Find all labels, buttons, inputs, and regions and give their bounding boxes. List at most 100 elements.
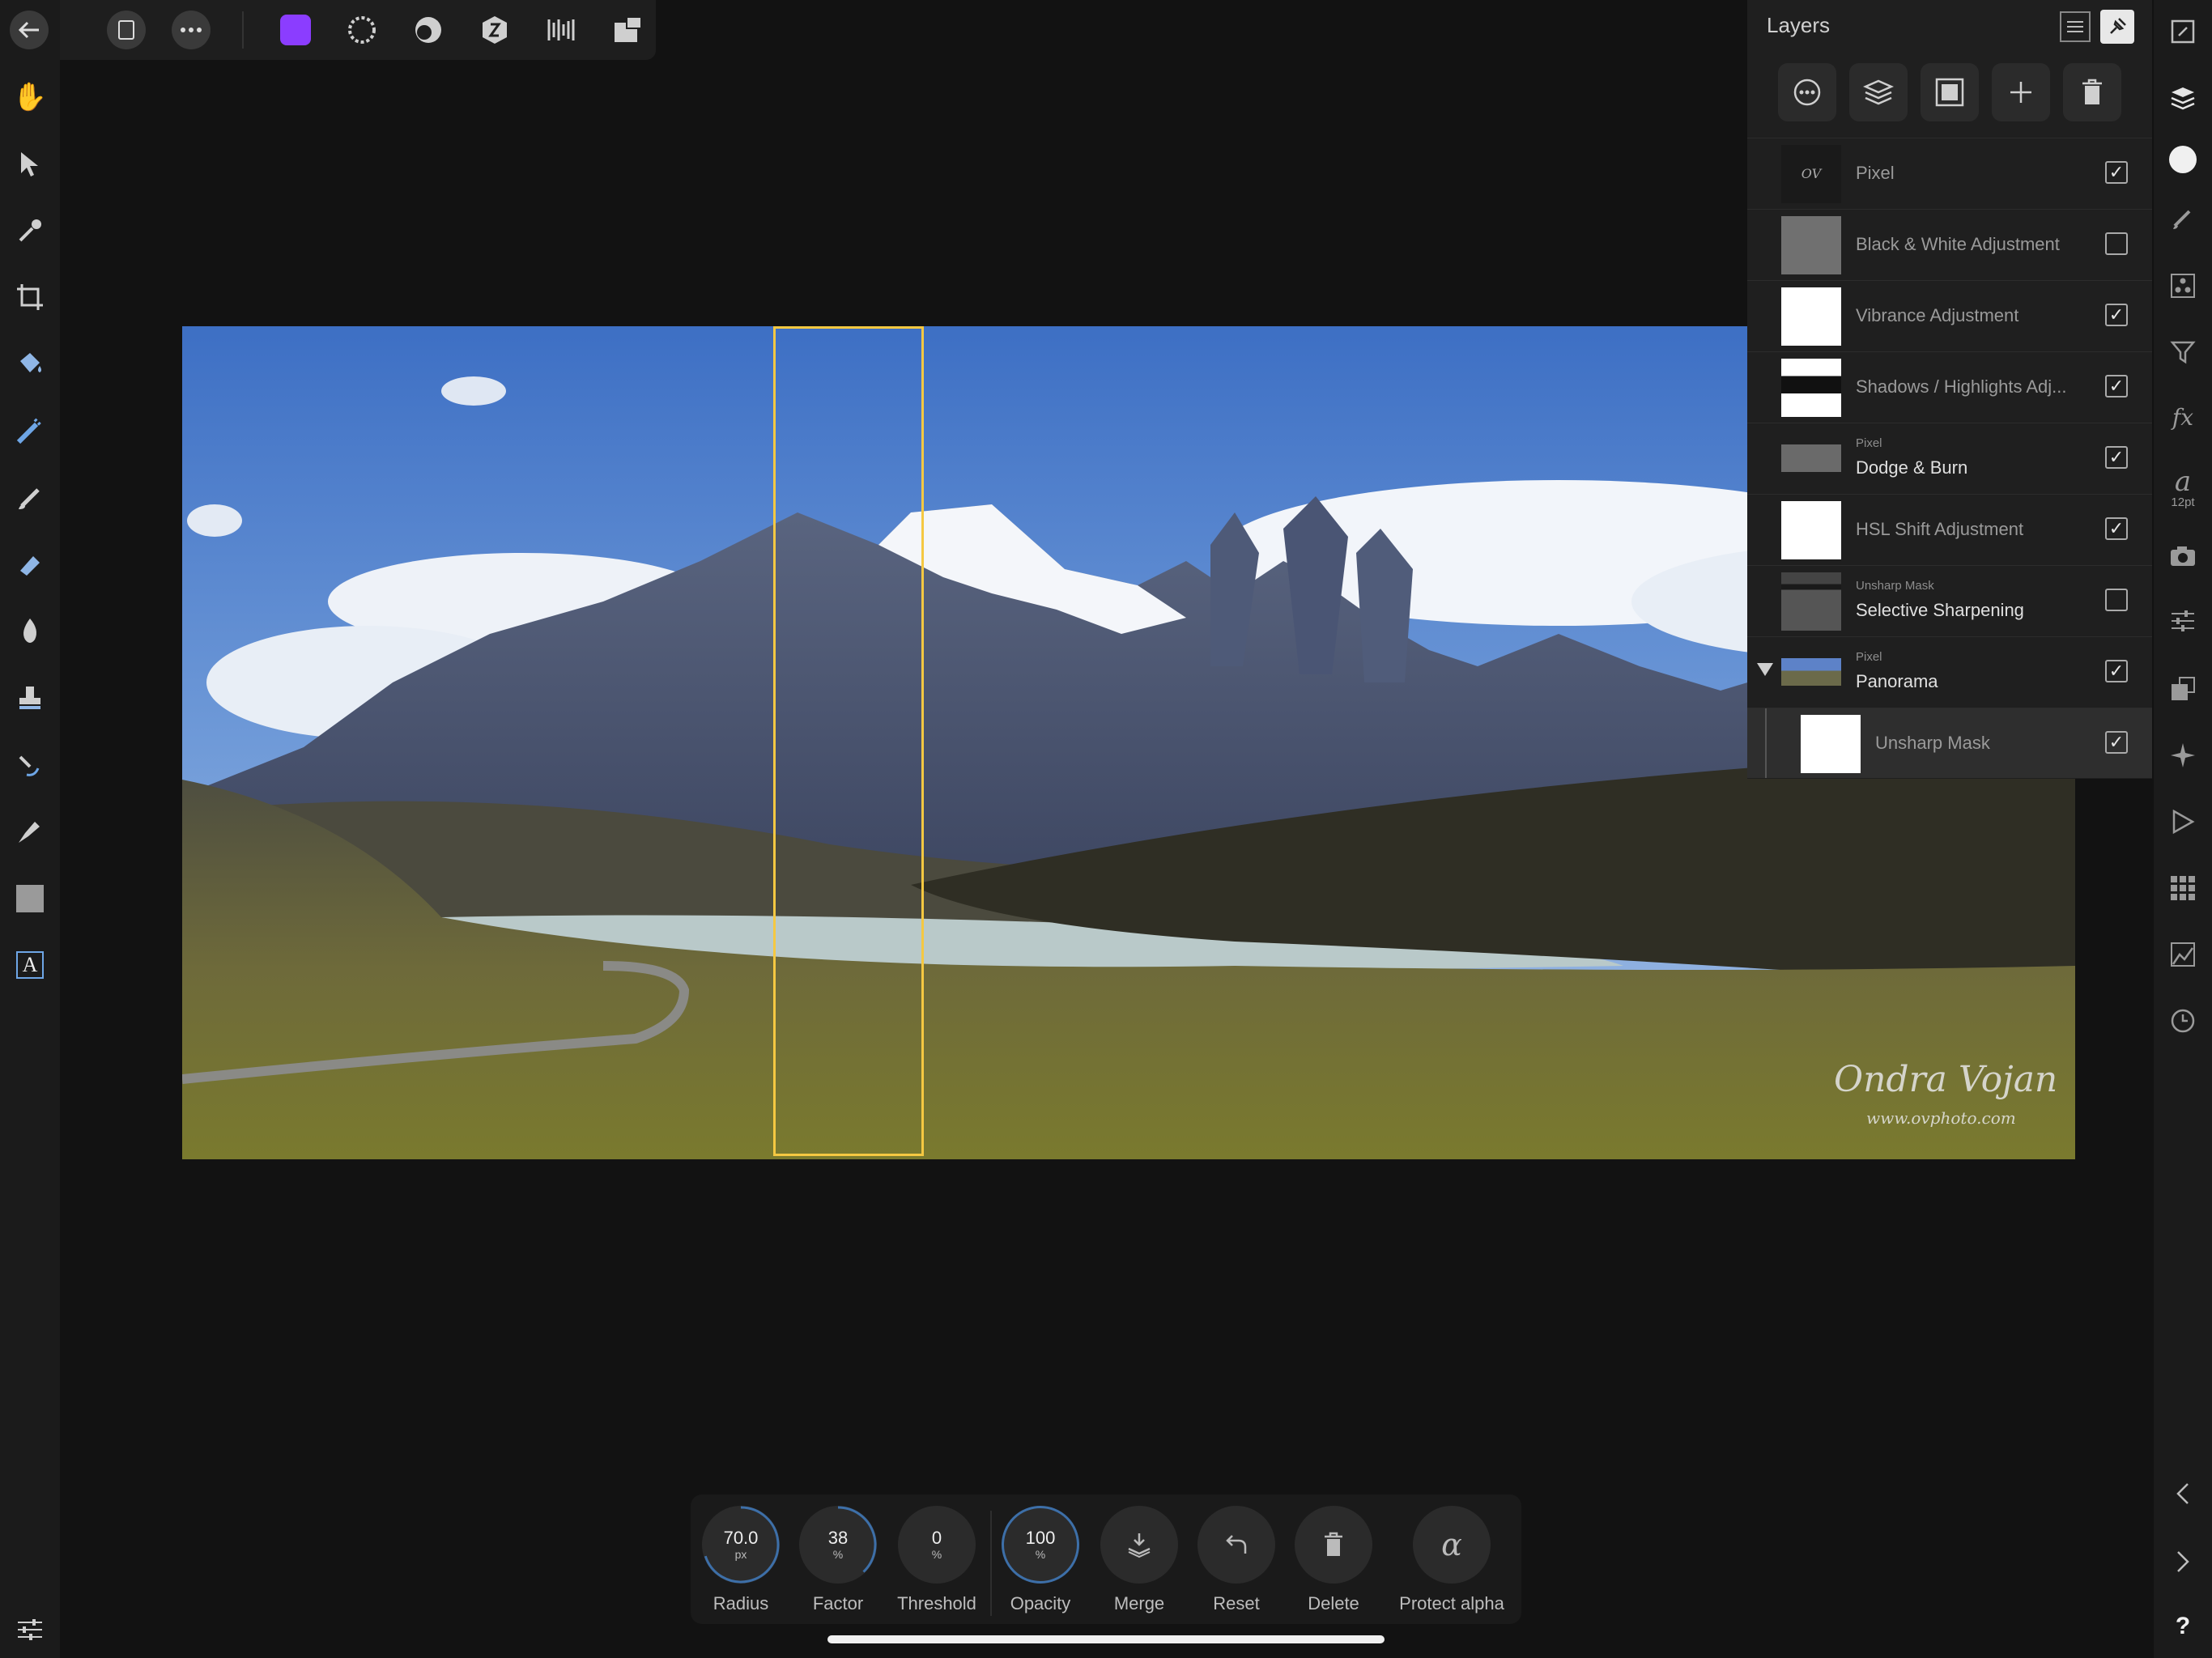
layer-thumbnail bbox=[1781, 444, 1841, 472]
layer-name: HSL Shift Adjustment bbox=[1856, 519, 2024, 539]
dodge-burn-icon[interactable] bbox=[10, 611, 50, 652]
chevron-right-icon[interactable] bbox=[2163, 1541, 2203, 1582]
text-style-icon[interactable]: a 12pt bbox=[2163, 461, 2203, 515]
reset-icon[interactable] bbox=[1197, 1506, 1275, 1584]
text-tool-icon[interactable]: A bbox=[10, 945, 50, 985]
layer-visibility-checkbox[interactable] bbox=[2105, 232, 2128, 255]
transform-icon[interactable] bbox=[2163, 669, 2203, 709]
radius-control[interactable]: 70.0 px Radius bbox=[700, 1506, 781, 1614]
color-picker-icon[interactable] bbox=[10, 210, 50, 251]
layer-options-button[interactable] bbox=[1778, 63, 1836, 121]
macro-play-icon[interactable] bbox=[2163, 801, 2203, 842]
flood-fill-icon[interactable] bbox=[10, 344, 50, 385]
delete-button[interactable]: Delete bbox=[1293, 1506, 1374, 1614]
layer-visibility-checkbox[interactable]: ✓ bbox=[2105, 731, 2128, 754]
chevron-left-icon[interactable] bbox=[2163, 1473, 2203, 1514]
layer-visibility-checkbox[interactable]: ✓ bbox=[2105, 446, 2128, 469]
opacity-dial[interactable]: 100 % bbox=[1002, 1506, 1079, 1584]
radius-dial[interactable]: 70.0 px bbox=[702, 1506, 780, 1584]
factor-control[interactable]: 38 % Factor bbox=[798, 1506, 878, 1614]
rectangle-shape-icon[interactable] bbox=[10, 878, 50, 919]
layer-row[interactable]: Pixel Dodge & Burn ✓ bbox=[1747, 423, 2152, 493]
channels-studio-icon[interactable] bbox=[2163, 266, 2203, 306]
threshold-dial[interactable]: 0 % bbox=[898, 1506, 976, 1584]
layer-thumbnail bbox=[1781, 287, 1841, 346]
reset-button[interactable]: Reset bbox=[1196, 1506, 1277, 1614]
crop-icon[interactable] bbox=[10, 277, 50, 317]
grid-icon[interactable] bbox=[2163, 868, 2203, 908]
layer-row[interactable]: Vibrance Adjustment ✓ bbox=[1747, 280, 2152, 351]
expand-triangle-icon[interactable] bbox=[1757, 663, 1773, 676]
photo-persona-icon[interactable] bbox=[275, 10, 316, 50]
brushes-studio-icon[interactable] bbox=[2163, 198, 2203, 238]
effects-fx-icon[interactable]: fx bbox=[2163, 397, 2203, 437]
filter-icon[interactable] bbox=[2163, 332, 2203, 372]
factor-progress-arc bbox=[837, 1506, 877, 1573]
trash-icon[interactable] bbox=[1295, 1506, 1372, 1584]
protect-alpha-button[interactable]: α Protect alpha bbox=[1395, 1506, 1508, 1614]
merge-icon[interactable] bbox=[1100, 1506, 1178, 1584]
layer-visibility-checkbox[interactable]: ✓ bbox=[2105, 375, 2128, 397]
paint-brush-icon[interactable] bbox=[10, 478, 50, 518]
layer-stack-icon[interactable] bbox=[1849, 63, 1908, 121]
document-icon[interactable] bbox=[107, 11, 146, 49]
move-tool-icon[interactable] bbox=[10, 144, 50, 185]
add-layer-icon[interactable] bbox=[1992, 63, 2050, 121]
color-studio-icon[interactable] bbox=[2163, 139, 2203, 180]
layer-row[interactable]: Shadows / Highlights Adj... ✓ bbox=[1747, 351, 2152, 422]
layer-name: Selective Sharpening bbox=[1856, 600, 2024, 620]
clone-stamp-icon[interactable] bbox=[10, 678, 50, 718]
layer-row[interactable]: OV Pixel ✓ bbox=[1747, 138, 2152, 208]
navigator-icon[interactable] bbox=[2163, 735, 2203, 776]
layer-thumbnail bbox=[1781, 359, 1841, 417]
layer-thumbnail: OV bbox=[1781, 145, 1841, 203]
opacity-control[interactable]: 100 % Opacity bbox=[1000, 1506, 1081, 1614]
list-view-icon[interactable] bbox=[2060, 11, 2091, 42]
camera-icon[interactable] bbox=[2163, 536, 2203, 576]
back-arrow-icon[interactable] bbox=[10, 11, 49, 49]
fullscreen-icon[interactable] bbox=[2163, 11, 2203, 52]
selection-brush-icon[interactable] bbox=[10, 410, 50, 451]
threshold-control[interactable]: 0 % Threshold bbox=[896, 1506, 977, 1614]
layer-row[interactable]: Unsharp Mask Selective Sharpening bbox=[1747, 565, 2152, 636]
develop-persona-icon[interactable] bbox=[408, 10, 449, 50]
factor-dial[interactable]: 38 % bbox=[799, 1506, 877, 1584]
layer-row[interactable]: Pixel Panorama ✓ bbox=[1747, 636, 2152, 707]
pen-tool-icon[interactable] bbox=[10, 811, 50, 852]
merge-button[interactable]: Merge bbox=[1099, 1506, 1180, 1614]
layer-row[interactable]: Black & White Adjustment bbox=[1747, 209, 2152, 279]
layer-visibility-checkbox[interactable] bbox=[2105, 589, 2128, 611]
mask-layer-icon[interactable] bbox=[1921, 63, 1979, 121]
alpha-icon[interactable]: α bbox=[1413, 1506, 1491, 1584]
healing-brush-icon[interactable] bbox=[10, 745, 50, 785]
liquify-persona-icon[interactable] bbox=[342, 10, 382, 50]
studio-strip: fx a 12pt ? bbox=[2154, 0, 2212, 1658]
layer-name: Vibrance Adjustment bbox=[1856, 305, 2019, 325]
hand-icon[interactable]: ✋ bbox=[10, 77, 50, 117]
layer-visibility-checkbox[interactable]: ✓ bbox=[2105, 660, 2128, 682]
adjustments-icon[interactable] bbox=[2163, 601, 2203, 641]
layer-visibility-checkbox[interactable]: ✓ bbox=[2105, 161, 2128, 184]
settings-sliders-icon[interactable] bbox=[10, 1609, 50, 1650]
opacity-value: 100 bbox=[1025, 1528, 1056, 1548]
history-clock-icon[interactable] bbox=[2163, 1001, 2203, 1041]
layer-type: Unsharp Mask bbox=[1856, 579, 1934, 593]
layer-visibility-checkbox[interactable]: ✓ bbox=[2105, 517, 2128, 540]
more-icon[interactable] bbox=[172, 11, 211, 49]
help-question-icon[interactable]: ? bbox=[2163, 1606, 2203, 1647]
layers-studio-icon[interactable] bbox=[2163, 78, 2203, 118]
factor-label: Factor bbox=[812, 1593, 864, 1613]
histogram-icon[interactable] bbox=[2163, 934, 2203, 975]
export-persona-icon[interactable] bbox=[541, 10, 581, 50]
layer-row[interactable]: HSL Shift Adjustment ✓ bbox=[1747, 494, 2152, 564]
layer-visibility-checkbox[interactable]: ✓ bbox=[2105, 304, 2128, 326]
layer-thumbnail bbox=[1781, 501, 1841, 559]
pin-panel-icon[interactable] bbox=[2100, 10, 2134, 44]
opacity-unit: % bbox=[1035, 1548, 1046, 1561]
tone-mapping-persona-icon[interactable] bbox=[474, 10, 515, 50]
eraser-icon[interactable] bbox=[10, 544, 50, 585]
delete-layer-icon[interactable] bbox=[2063, 63, 2121, 121]
split-view-icon[interactable] bbox=[607, 10, 648, 50]
layer-row[interactable]: Unsharp Mask ✓ bbox=[1747, 708, 2152, 778]
layer-thumbnail bbox=[1781, 216, 1841, 274]
